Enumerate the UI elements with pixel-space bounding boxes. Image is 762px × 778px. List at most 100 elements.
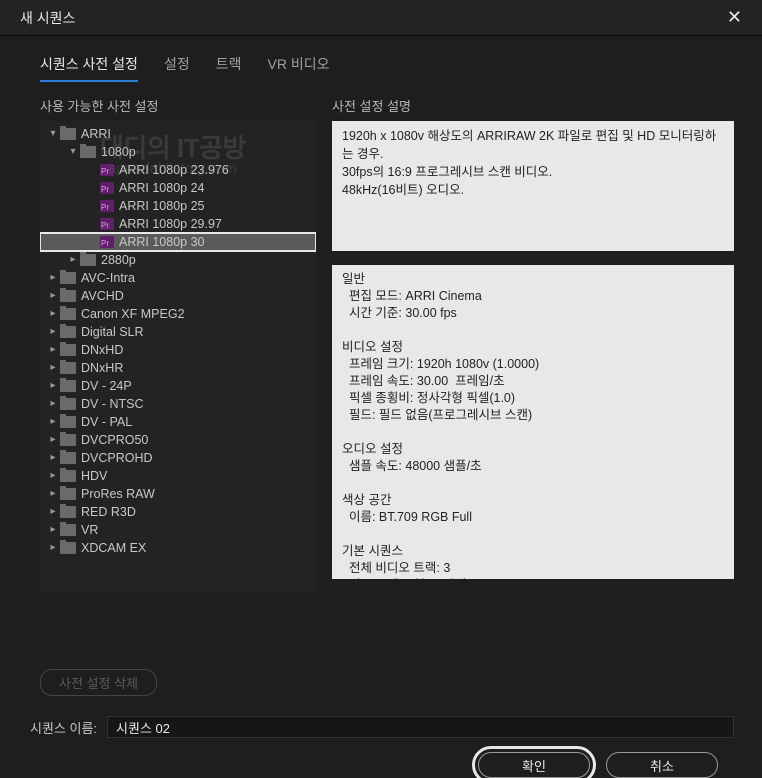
tree-folder[interactable]: DVCPROHD (40, 449, 316, 467)
tree-folder[interactable]: DVCPRO50 (40, 431, 316, 449)
chevron-right-icon[interactable] (48, 287, 58, 305)
close-icon[interactable]: ✕ (717, 3, 752, 32)
chevron-right-icon[interactable] (48, 431, 58, 449)
tree-folder[interactable]: 2880p (40, 251, 316, 269)
tree-folder[interactable]: AVCHD (40, 287, 316, 305)
chevron-right-icon[interactable] (48, 503, 58, 521)
content-area: 사용 가능한 사전 설정 ARRI1080pARRI 1080p 23.976A… (0, 82, 762, 597)
tree-item-label: ARRI 1080p 25 (119, 197, 204, 215)
folder-icon (60, 362, 76, 374)
tree-folder[interactable]: ProRes RAW (40, 485, 316, 503)
tab-0[interactable]: 시퀀스 사전 설정 (40, 54, 138, 82)
chevron-right-icon[interactable] (48, 341, 58, 359)
tree-preset[interactable]: ARRI 1080p 30 (40, 233, 316, 251)
tree-item-label: DNxHD (81, 341, 123, 359)
chevron-right-icon[interactable] (48, 467, 58, 485)
folder-icon (60, 272, 76, 284)
tree-folder[interactable]: RED R3D (40, 503, 316, 521)
dialog-button-row: 확인 취소 (0, 738, 762, 778)
chevron-down-icon[interactable] (48, 125, 58, 143)
tree-item-label: 2880p (101, 251, 136, 269)
tree-item-label: Canon XF MPEG2 (81, 305, 185, 323)
tree-folder[interactable]: DNxHR (40, 359, 316, 377)
chevron-right-icon[interactable] (48, 449, 58, 467)
tab-3[interactable]: VR 비디오 (267, 54, 329, 82)
tree-folder[interactable]: HDV (40, 467, 316, 485)
sequence-name-input[interactable] (107, 716, 734, 738)
tree-item-label: DNxHR (81, 359, 123, 377)
tree-item-label: RED R3D (81, 503, 136, 521)
tree-folder[interactable]: DNxHD (40, 341, 316, 359)
tree-folder[interactable]: Digital SLR (40, 323, 316, 341)
tree-folder[interactable]: VR (40, 521, 316, 539)
folder-icon (60, 398, 76, 410)
folder-icon (60, 542, 76, 554)
chevron-right-icon[interactable] (48, 539, 58, 557)
tabs: 시퀀스 사전 설정 설정 트랙 VR 비디오 (0, 36, 762, 82)
tree-preset[interactable]: ARRI 1080p 25 (40, 197, 316, 215)
tab-1[interactable]: 설정 (164, 54, 190, 82)
sequence-name-row: 시퀀스 이름: (0, 696, 762, 738)
chevron-right-icon[interactable] (48, 485, 58, 503)
tree-preset[interactable]: ARRI 1080p 23.976 (40, 161, 316, 179)
preset-tree-heading: 사용 가능한 사전 설정 (40, 96, 316, 115)
tree-item-label: ARRI (81, 125, 111, 143)
folder-icon (80, 146, 96, 158)
tree-folder[interactable]: Canon XF MPEG2 (40, 305, 316, 323)
folder-icon (60, 380, 76, 392)
chevron-right-icon[interactable] (48, 521, 58, 539)
folder-icon (80, 254, 96, 266)
chevron-right-icon[interactable] (48, 323, 58, 341)
tree-item-label: ARRI 1080p 24 (119, 179, 204, 197)
preset-description: 1920h x 1080v 해상도의 ARRIRAW 2K 파일로 편집 및 H… (332, 121, 734, 251)
tab-2[interactable]: 트랙 (216, 54, 242, 82)
chevron-down-icon[interactable] (68, 143, 78, 161)
folder-icon (60, 506, 76, 518)
folder-icon (60, 434, 76, 446)
delete-row: 사전 설정 삭제 (0, 597, 762, 696)
dialog-title: 새 시퀀스 (20, 8, 75, 28)
chevron-right-icon[interactable] (48, 305, 58, 323)
folder-icon (60, 416, 76, 428)
tree-folder[interactable]: AVC-Intra (40, 269, 316, 287)
chevron-right-icon[interactable] (48, 377, 58, 395)
tree-folder[interactable]: XDCAM EX (40, 539, 316, 557)
folder-icon (60, 452, 76, 464)
tree-item-label: AVC-Intra (81, 269, 135, 287)
tree-preset[interactable]: ARRI 1080p 29.97 (40, 215, 316, 233)
preset-icon (100, 164, 114, 176)
cancel-button[interactable]: 취소 (606, 752, 718, 778)
preset-icon (100, 200, 114, 212)
tree-folder[interactable]: ARRI (40, 125, 316, 143)
preset-details: 일반 편집 모드: ARRI Cinema 시간 기준: 30.00 fps 비… (332, 265, 734, 579)
tree-item-label: DVCPROHD (81, 449, 153, 467)
tree-item-label: XDCAM EX (81, 539, 146, 557)
tree-folder[interactable]: DV - PAL (40, 413, 316, 431)
preset-tree-panel: 사용 가능한 사전 설정 ARRI1080pARRI 1080p 23.976A… (40, 96, 316, 593)
chevron-right-icon[interactable] (48, 395, 58, 413)
folder-icon (60, 488, 76, 500)
folder-icon (60, 344, 76, 356)
chevron-right-icon[interactable] (48, 413, 58, 431)
delete-preset-button: 사전 설정 삭제 (40, 669, 157, 696)
tree-item-label: DVCPRO50 (81, 431, 148, 449)
tree-item-label: 1080p (101, 143, 136, 161)
chevron-right-icon[interactable] (48, 359, 58, 377)
tree-item-label: ProRes RAW (81, 485, 155, 503)
chevron-right-icon[interactable] (48, 269, 58, 287)
tree-item-label: Digital SLR (81, 323, 144, 341)
tree-folder[interactable]: DV - NTSC (40, 395, 316, 413)
preset-tree-container[interactable]: ARRI1080pARRI 1080p 23.976ARRI 1080p 24A… (40, 121, 316, 593)
folder-icon (60, 524, 76, 536)
chevron-right-icon[interactable] (68, 251, 78, 269)
folder-icon (60, 326, 76, 338)
folder-icon (60, 308, 76, 320)
preset-tree: ARRI1080pARRI 1080p 23.976ARRI 1080p 24A… (40, 121, 316, 561)
tree-folder[interactable]: 1080p (40, 143, 316, 161)
tree-item-label: HDV (81, 467, 107, 485)
folder-icon (60, 470, 76, 482)
sequence-name-label: 시퀀스 이름: (30, 718, 97, 737)
ok-button[interactable]: 확인 (478, 752, 590, 778)
tree-preset[interactable]: ARRI 1080p 24 (40, 179, 316, 197)
tree-folder[interactable]: DV - 24P (40, 377, 316, 395)
